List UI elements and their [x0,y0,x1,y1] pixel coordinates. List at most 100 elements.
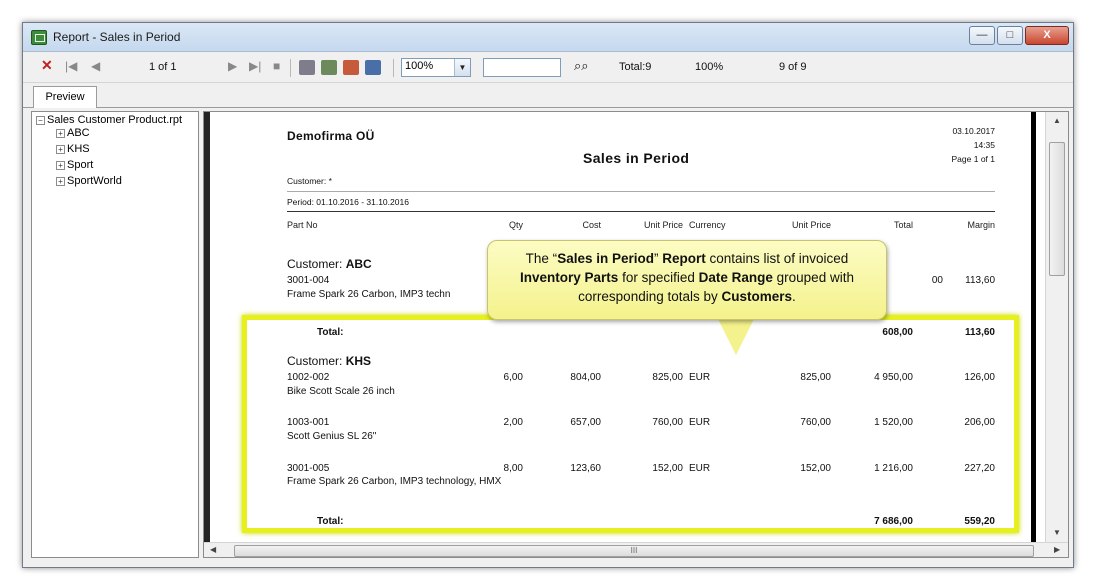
customer-prefix: Customer: [287,354,343,368]
column-header: Total [893,220,913,230]
row-unit-price: 825,00 [652,372,683,383]
page-border [1031,112,1036,542]
tab-preview[interactable]: Preview [33,86,97,108]
row-margin: 113,60 [965,275,995,286]
expand-icon[interactable]: + [56,128,65,138]
row-total: 4 950,00 [874,372,913,383]
toolbar-separator [290,59,291,77]
toolbar-separator [393,59,394,77]
row-margin: 227,20 [964,463,995,474]
row-unit-price-2: 825,00 [800,372,831,383]
callout-emphasis: Date Range [698,270,773,285]
report-date: 03.10.2017 [952,126,995,136]
tree-item-khs[interactable]: + KHS [56,143,90,155]
report-title: Sales in Period [583,150,690,166]
callout-text: The “ [525,251,558,266]
callout-emphasis: Sales in Period [557,251,654,266]
last-page-icon[interactable]: ▶| [249,59,261,73]
tree-root[interactable]: − Sales Customer Product.rpt [36,114,182,126]
page-indicator: 1 of 1 [149,61,177,73]
expand-icon[interactable]: + [56,144,65,154]
part-description: Frame Spark 26 Carbon, IMP3 techn [287,289,451,300]
column-header: Currency [689,220,726,230]
tree-item-label: ABC [67,127,90,139]
scroll-down-icon[interactable]: ▼ [1053,528,1061,537]
horizontal-scrollbar[interactable]: ◀ III ▶ [204,542,1068,557]
collapse-icon[interactable]: − [36,115,45,125]
callout-tail [718,319,754,355]
group-header: Customer: ABC [287,257,372,271]
row-margin: 126,00 [964,372,995,383]
row-unit-price: 152,00 [652,463,683,474]
chevron-down-icon[interactable]: ▼ [454,59,470,76]
stop-loading-icon[interactable]: ■ [273,59,280,73]
vertical-scroll-thumb[interactable] [1049,142,1065,276]
part-number: 3001-004 [287,275,330,286]
group-tree-icon[interactable] [365,60,381,75]
expand-icon[interactable]: + [56,176,65,186]
tree-item-sportworld[interactable]: + SportWorld [56,175,122,187]
callout-emphasis: Report [662,251,706,266]
tab-strip: Preview [23,84,1073,108]
row-total-partial: 00 [931,275,943,286]
total-underline [869,530,913,531]
report-page: Page 1 of 1 [951,154,995,164]
report-toolbar: ✕ |◀ ◀ 1 of 1 ▶ ▶| ■ 100% ▼ ⌕⌕ Total:9 1… [23,53,1073,83]
title-bar: Report - Sales in Period — □ X [23,23,1073,52]
next-page-icon[interactable]: ▶ [228,59,237,73]
search-input[interactable] [483,58,561,77]
print-setup-icon[interactable] [321,60,337,75]
report-app-icon [31,30,47,45]
group-total-label: Total: [317,327,344,338]
callout-text: ” [653,251,663,266]
vertical-scrollbar[interactable]: ▲ ▼ [1045,112,1068,542]
row-qty: 8,00 [503,463,523,474]
expand-icon[interactable]: + [56,160,65,170]
zoom-select[interactable]: 100% ▼ [401,58,471,77]
export-icon[interactable] [343,60,359,75]
group-total: 608,00 [882,327,913,338]
total-label: Total:9 [619,61,652,73]
tree-root-label: Sales Customer Product.rpt [47,114,183,126]
record-count-label: 9 of 9 [779,61,807,73]
column-header: Unit Price [643,220,683,230]
part-description: Scott Genius SL 26" [287,431,377,442]
previous-page-icon[interactable]: ◀ [91,59,100,73]
row-total: 1 216,00 [874,463,913,474]
column-header: Qty [508,220,523,230]
tree-item-sport[interactable]: + Sport [56,159,93,171]
part-number: 3001-005 [287,463,330,474]
group-header: Customer: KHS [287,354,371,368]
total-underline [958,530,995,531]
row-total: 1 520,00 [874,417,913,428]
callout-emphasis: Customers [721,289,793,304]
tree-item-label: Sport [67,159,94,171]
maximize-button[interactable]: □ [997,26,1023,45]
tree-item-label: SportWorld [67,175,122,187]
scroll-left-icon[interactable]: ◀ [210,545,216,554]
horizontal-scroll-thumb[interactable]: III [234,545,1034,557]
row-currency: EUR [689,463,711,474]
row-cost: 804,00 [570,372,601,383]
binoculars-icon[interactable]: ⌕⌕ [574,58,589,74]
group-margin-total: 559,20 [964,516,995,527]
period-filter: Period: 01.10.2016 - 31.10.2016 [287,197,409,207]
customer-name: KHS [345,354,372,368]
row-unit-price-2: 152,00 [800,463,831,474]
part-description: Frame Spark 26 Carbon, IMP3 technology, … [287,476,502,487]
row-cost: 123,60 [570,463,601,474]
close-button[interactable]: X [1025,26,1069,45]
first-page-icon[interactable]: |◀ [65,59,77,73]
column-header: Unit Price [791,220,831,230]
scroll-up-icon[interactable]: ▲ [1053,116,1061,125]
scroll-right-icon[interactable]: ▶ [1054,545,1060,554]
stop-icon[interactable]: ✕ [41,57,53,74]
row-currency: EUR [689,372,711,383]
group-total-label: Total: [317,516,344,527]
window-title: Report - Sales in Period [53,30,181,44]
minimize-button[interactable]: — [969,26,995,45]
zoom-value: 100% [405,60,434,72]
tree-item-abc[interactable]: + ABC [56,127,90,139]
info-callout: The “Sales in Period” Report contains li… [487,240,887,320]
print-icon[interactable] [299,60,315,75]
